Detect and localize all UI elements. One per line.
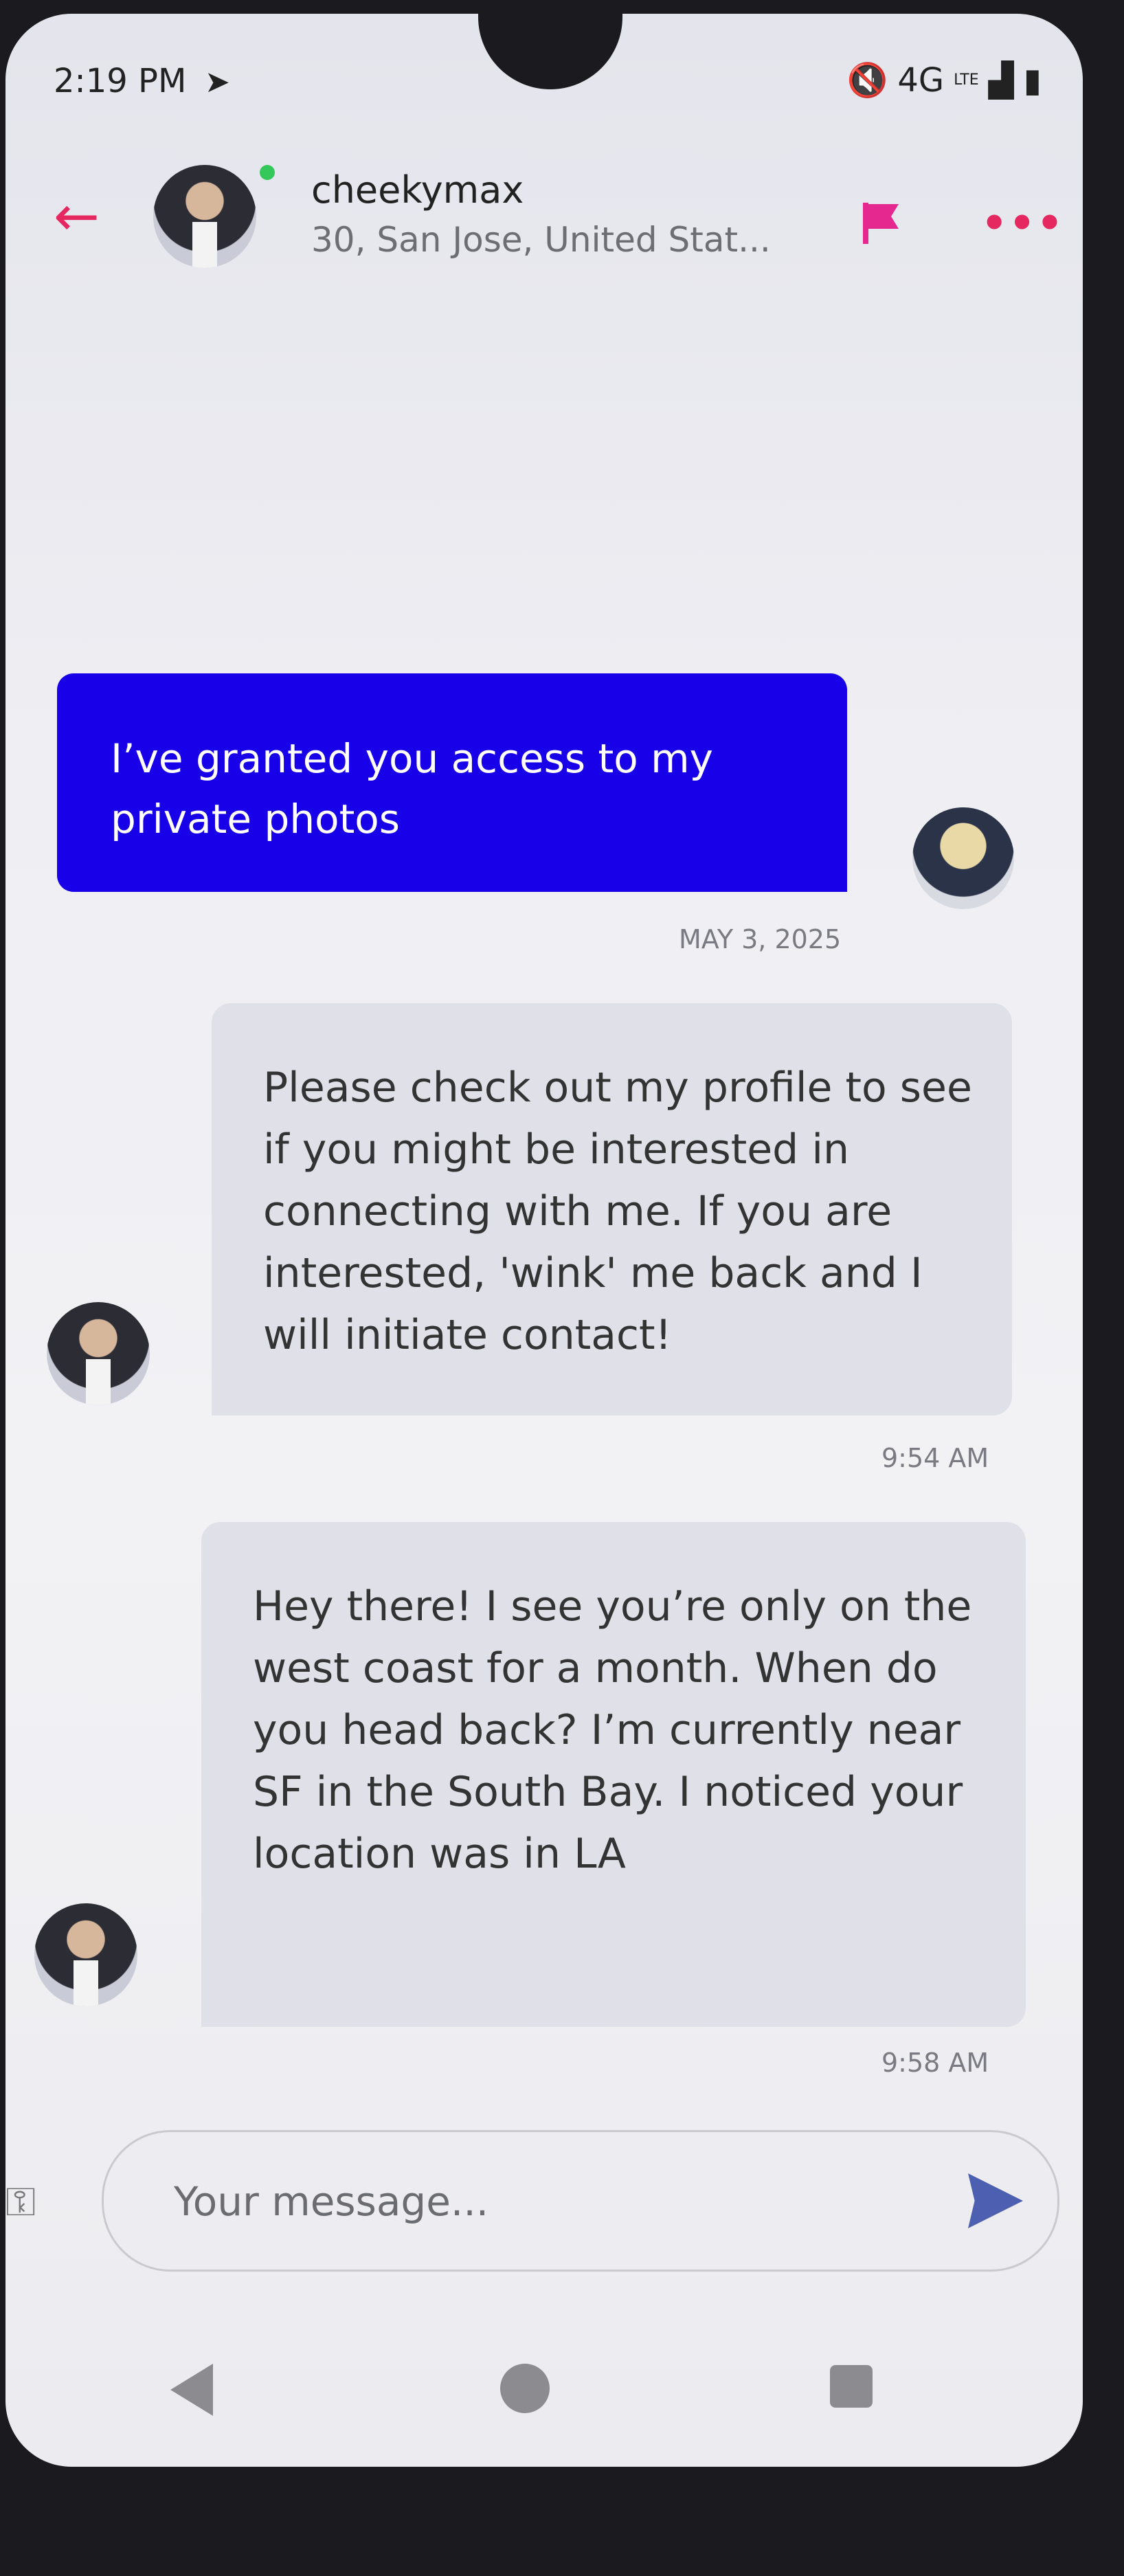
mute-icon: 🔇 — [846, 61, 888, 100]
message-time: 9:54 AM — [881, 1443, 989, 1473]
telegram-icon: ➤ — [205, 65, 230, 100]
status-time: 2:19 PM — [54, 62, 187, 100]
signal-icon: ▟ — [988, 60, 1014, 100]
nav-home-icon[interactable] — [500, 2364, 550, 2413]
more-options-icon[interactable]: ••• — [981, 199, 1064, 247]
message-date: MAY 3, 2025 — [679, 924, 842, 954]
key-icon[interactable]: ⚿ — [5, 2178, 36, 2226]
nav-recents-icon[interactable] — [830, 2365, 873, 2408]
status-bar: 2:19 PM ➤ 🔇 4G LTE ▟ ▮ — [5, 55, 1083, 117]
chat-header: ← cheekymax 30, San Jose, United Stat...… — [5, 151, 1083, 289]
online-indicator — [260, 165, 275, 180]
sender-avatar[interactable] — [47, 1302, 150, 1405]
message-time: 9:58 AM — [881, 2048, 989, 2078]
contact-name[interactable]: cheekymax — [311, 168, 524, 212]
back-arrow-icon[interactable]: ← — [54, 189, 100, 244]
contact-avatar[interactable] — [153, 165, 256, 268]
contact-location: 30, San Jose, United Stat... — [311, 220, 771, 260]
send-icon — [968, 2173, 1023, 2228]
my-avatar[interactable] — [912, 807, 1014, 909]
incoming-message: Hey there! I see you’re only on the west… — [201, 1522, 1026, 2027]
outgoing-message: I’ve granted you access to my private ph… — [57, 673, 847, 892]
report-flag-icon[interactable] — [863, 203, 899, 244]
phone-screen: 2:19 PM ➤ 🔇 4G LTE ▟ ▮ ← cheekymax 30, S… — [5, 14, 1083, 2467]
send-button[interactable] — [968, 2173, 1023, 2228]
network-label: 4G — [897, 60, 945, 100]
message-input[interactable] — [172, 2166, 931, 2237]
nav-back-icon[interactable] — [170, 2364, 213, 2416]
sender-avatar[interactable] — [34, 1903, 137, 2006]
outgoing-message-text: I’ve granted you access to my private ph… — [111, 735, 713, 842]
incoming-message-text: Please check out my profile to see if yo… — [263, 1064, 972, 1359]
message-composer — [102, 2130, 1059, 2272]
battery-icon: ▮ — [1023, 60, 1042, 100]
incoming-message: Please check out my profile to see if yo… — [212, 1003, 1012, 1415]
lte-label: LTE — [954, 71, 979, 89]
incoming-message-text: Hey there! I see you’re only on the west… — [253, 1582, 972, 1878]
system-nav-bar — [5, 2350, 1083, 2432]
